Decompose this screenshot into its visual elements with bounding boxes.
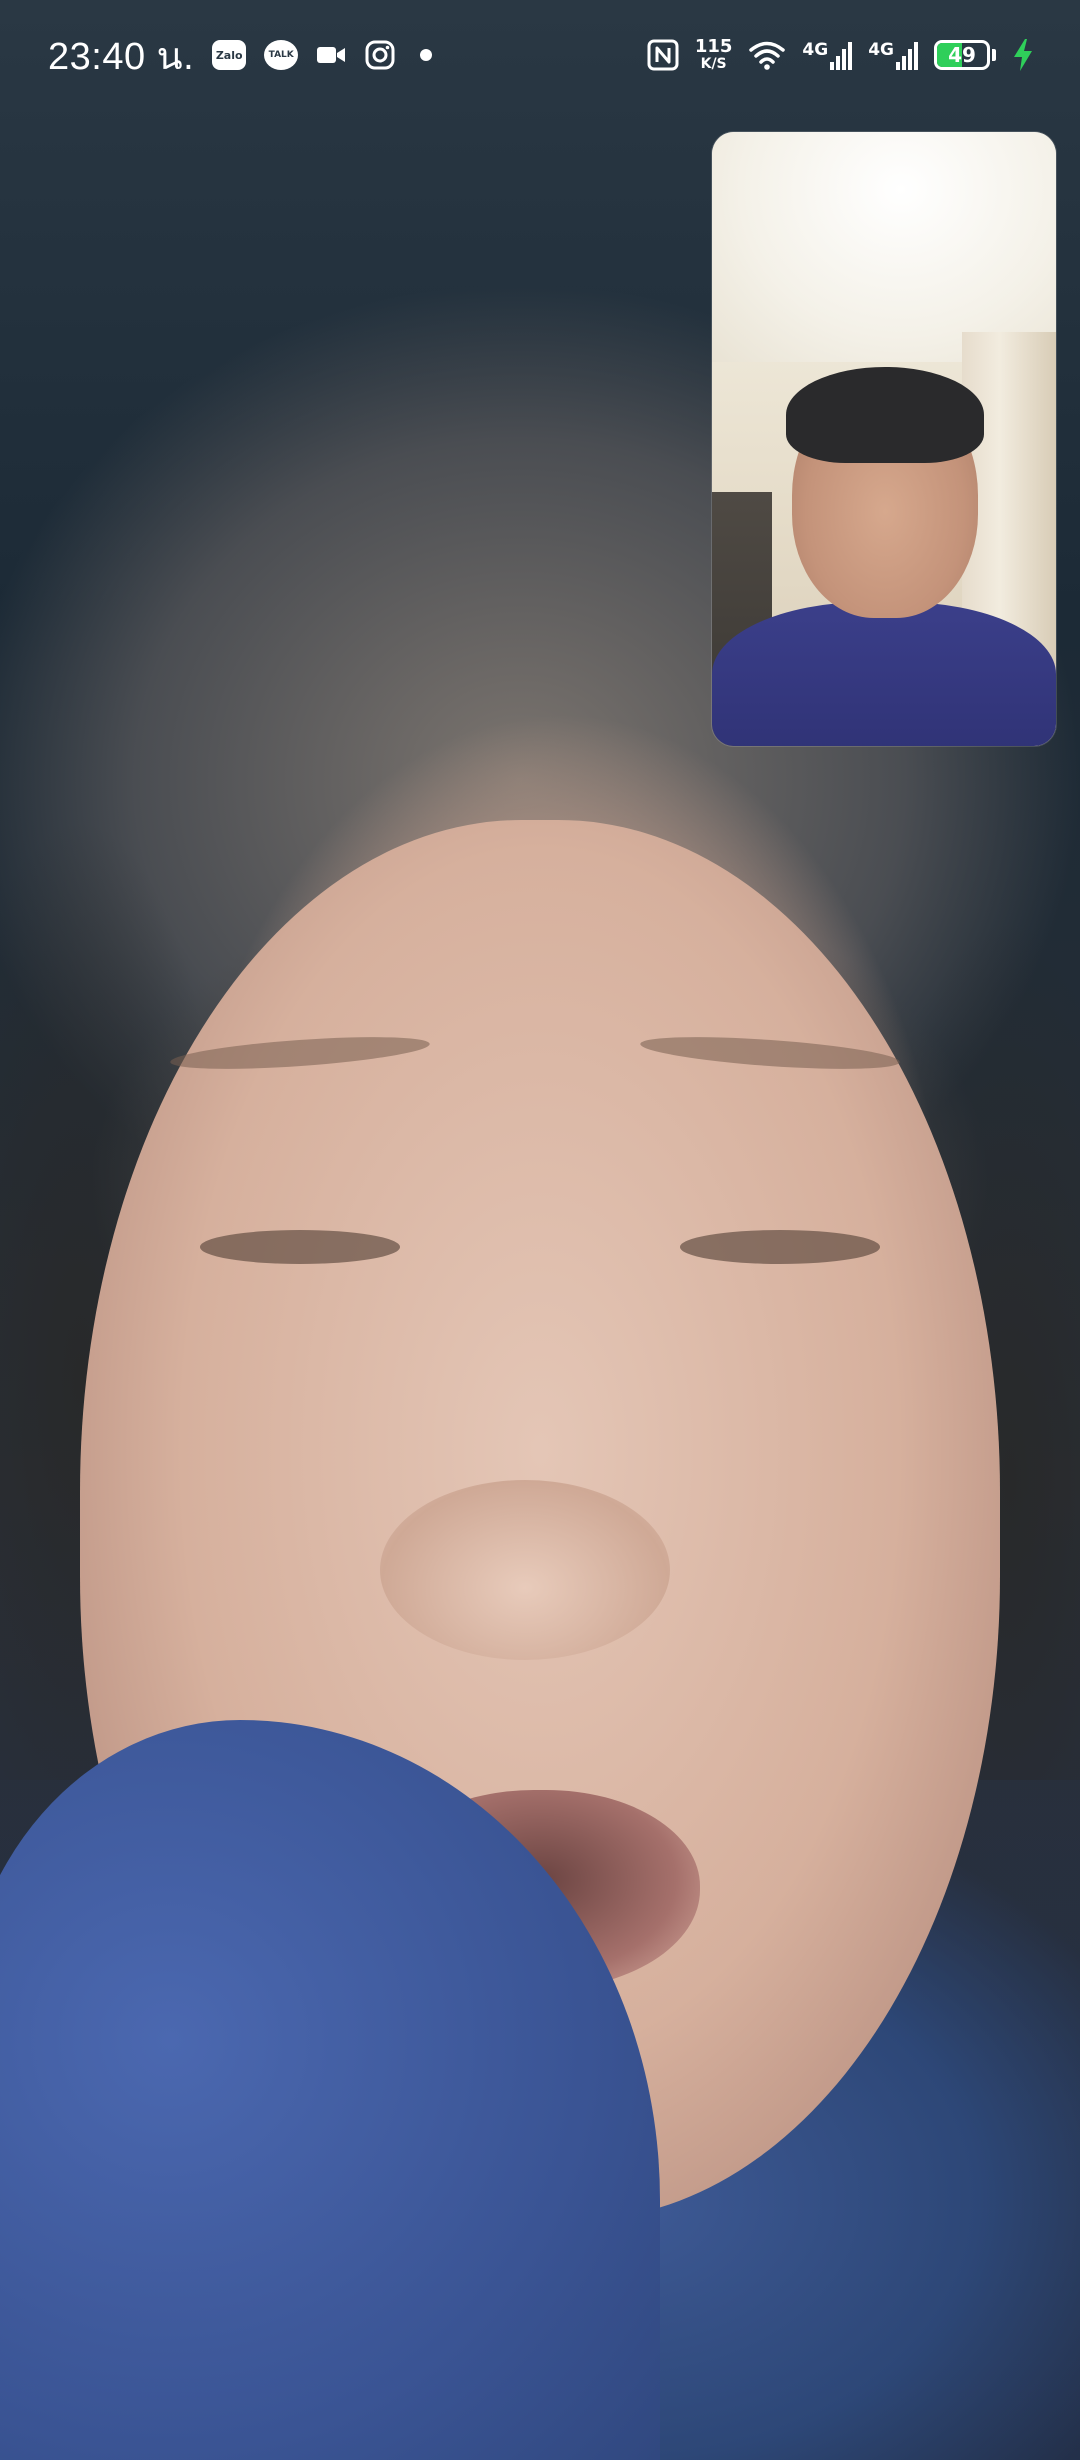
battery-indicator: 49	[934, 40, 996, 70]
video-call-screen: 23:40 น. Zalo TALK 115 K/S 4G 4G 49	[0, 0, 1080, 2460]
charging-bolt-icon	[1012, 38, 1034, 72]
preview-hair	[786, 367, 984, 463]
kakaotalk-icon: TALK	[264, 40, 299, 70]
remote-video-nose	[380, 1480, 670, 1660]
status-clock: 23:40 น.	[48, 35, 195, 78]
preview-ceiling	[712, 132, 1056, 362]
battery-level: 49	[948, 43, 976, 67]
network-speed-unit: K/S	[700, 56, 727, 72]
remote-video-right-eye	[680, 1230, 880, 1264]
self-camera-preview[interactable]	[712, 132, 1056, 746]
signal-bars-icon	[830, 42, 853, 70]
sim1-signal: 4G	[802, 40, 853, 70]
sim2-signal: 4G	[868, 40, 918, 70]
sim1-network-type: 4G	[802, 40, 829, 60]
more-notifications-dot-icon	[420, 49, 433, 61]
nfc-icon	[647, 39, 679, 71]
signal-bars-icon	[896, 42, 918, 70]
preview-shirt	[712, 602, 1056, 746]
instagram-icon	[364, 39, 396, 71]
status-bar-right: 115 K/S 4G 4G 49	[647, 30, 1034, 80]
battery-tip	[992, 49, 996, 61]
battery-icon: 49	[934, 40, 990, 70]
status-bar-left: 23:40 น. Zalo TALK	[48, 28, 433, 82]
network-speed-indicator: 115 K/S	[694, 36, 733, 73]
wifi-icon	[748, 39, 786, 71]
remote-video-left-eye	[200, 1230, 400, 1264]
status-bar: 23:40 น. Zalo TALK 115 K/S 4G 4G 49	[0, 0, 1080, 110]
network-speed-value: 115	[694, 36, 733, 57]
sim2-network-type: 4G	[868, 40, 894, 60]
video-camera-icon	[316, 44, 346, 66]
zalo-icon: Zalo	[212, 40, 247, 70]
